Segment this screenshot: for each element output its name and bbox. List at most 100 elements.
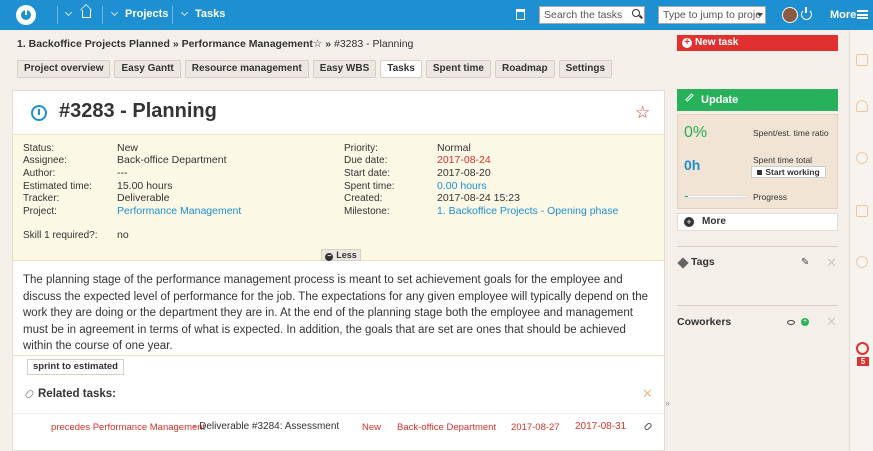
spent-total-label: Spent time total	[753, 155, 813, 165]
tab-resource-management[interactable]: Resource management	[184, 60, 309, 78]
plus-icon: +	[684, 217, 694, 227]
progress-label: Progress	[753, 192, 788, 202]
relation-link[interactable]: precedes Performance Management	[51, 422, 205, 433]
breadcrumb: 1. Backoffice Projects Planned » Perform…	[17, 38, 414, 50]
attr-value-tracker: Deliverable	[117, 192, 170, 204]
attr-value-author: ---	[117, 167, 128, 179]
close-icon[interactable]: ✕	[826, 256, 837, 269]
attr-value-priority: Normal	[437, 142, 471, 154]
tab-project-overview[interactable]: Project overview	[17, 60, 111, 78]
lightbulb-icon[interactable]	[856, 152, 868, 164]
spent-ratio-label: Spent/est. time ratio	[753, 128, 829, 138]
tab-settings[interactable]: Settings	[558, 60, 613, 78]
attr-value-start-date: 2017-08-20	[437, 167, 491, 179]
start-working-button[interactable]: Start working	[751, 166, 826, 178]
stop-icon	[757, 170, 763, 175]
right-icon-rail: 5	[849, 30, 873, 451]
progress-fill	[685, 196, 689, 197]
tag-icon	[677, 257, 689, 269]
tag-chip[interactable]: sprint to estimated	[27, 359, 124, 375]
more-button[interactable]: More	[677, 213, 838, 231]
search-icon[interactable]	[632, 9, 640, 17]
attr-label: Created:	[344, 193, 383, 204]
less-toggle-button[interactable]: − Less	[321, 249, 361, 261]
close-icon[interactable]: ✕	[642, 387, 653, 400]
app-logo-icon[interactable]	[16, 5, 36, 25]
attr-label-skill: Skill 1 required?:	[23, 230, 98, 241]
star-icon[interactable]: ☆	[313, 38, 322, 50]
attr-value-project-link[interactable]: Performance Management	[117, 205, 241, 217]
link-icon	[24, 388, 35, 400]
user-icon[interactable]	[856, 100, 868, 112]
related-task-link[interactable]: - Deliverable #3284: Assessment	[193, 421, 339, 432]
update-button[interactable]: Update	[677, 89, 838, 111]
related-tasks-heading: Related tasks:	[24, 388, 116, 400]
add-coworker-icon[interactable]: +	[801, 318, 809, 326]
minus-icon: −	[325, 253, 334, 261]
spent-ratio-value: 0%	[684, 124, 708, 141]
tab-tasks[interactable]: Tasks	[380, 60, 422, 78]
section-divider	[13, 355, 664, 356]
progress-bar	[684, 195, 748, 198]
attr-value-spent-time-link[interactable]: 0.00 hours	[437, 180, 487, 192]
rss-icon[interactable]	[856, 54, 868, 66]
attr-value-assignee: Back-office Department	[117, 154, 227, 166]
topbar-separator	[57, 6, 58, 24]
tab-roadmap[interactable]: Roadmap	[495, 60, 555, 78]
breadcrumb-issue: #3283 - Planning	[334, 38, 414, 50]
checklist-icon[interactable]	[856, 205, 868, 217]
nav-tasks[interactable]: Tasks	[180, 8, 226, 20]
spent-hours-value: 0h	[684, 157, 701, 173]
issue-attributes: Status: New Assignee: Back-office Depart…	[13, 134, 664, 261]
user-avatar[interactable]	[782, 7, 798, 23]
issue-description: The planning stage of the performance ma…	[23, 274, 648, 352]
topbar-separator	[172, 6, 173, 24]
clock-icon[interactable]	[856, 342, 869, 355]
notification-badge: 5	[857, 357, 869, 366]
trash-icon[interactable]	[516, 9, 525, 20]
tab-easy-wbs[interactable]: Easy WBS	[312, 60, 377, 78]
issue-status-icon	[31, 105, 47, 121]
hamburger-icon[interactable]	[857, 10, 868, 19]
attr-label: Milestone:	[344, 206, 390, 217]
attr-label: Assignee:	[23, 155, 67, 166]
table-row[interactable]: precedes Performance Management - Delive…	[13, 413, 664, 439]
favorite-star-icon[interactable]: ☆	[635, 104, 650, 121]
unlink-icon[interactable]	[643, 421, 653, 432]
new-task-button[interactable]: New task	[677, 35, 838, 51]
attr-label: Estimated time:	[23, 181, 92, 192]
breadcrumb-project[interactable]: 1. Backoffice Projects Planned	[17, 38, 170, 50]
attr-label: Status:	[23, 143, 55, 154]
more-menu-button[interactable]: More	[830, 9, 856, 21]
collapse-sidebar-icon[interactable]: »	[665, 398, 670, 408]
attr-label: Spent time:	[344, 181, 395, 192]
tab-easy-gantt[interactable]: Easy Gantt	[114, 60, 181, 78]
logout-icon[interactable]	[801, 7, 812, 20]
home-nav[interactable]	[64, 8, 79, 20]
nav-projects-label: Projects	[125, 8, 169, 20]
nav-tasks-label: Tasks	[195, 8, 226, 20]
close-icon[interactable]: ✕	[826, 315, 837, 328]
eye-icon[interactable]	[787, 320, 795, 325]
chevron-down-icon	[180, 8, 189, 17]
tags-title: Tags	[691, 256, 715, 268]
panel-separator	[677, 305, 838, 306]
search-input[interactable]: Search the tasks	[539, 6, 645, 24]
edit-pencil-icon[interactable]: ✎	[801, 258, 809, 268]
chat-icon[interactable]	[856, 256, 868, 268]
caret-down-icon[interactable]	[757, 13, 763, 17]
tab-spent-time[interactable]: Spent time	[425, 60, 491, 78]
related-tasks-title: Related tasks:	[38, 388, 116, 400]
attr-value-estimated-time: 15.00 hours	[117, 180, 173, 192]
time-stats-panel: 0% Spent/est. time ratio 0h Spent time t…	[677, 114, 838, 209]
topbar-separator	[102, 6, 103, 24]
attr-label: Tracker:	[23, 193, 60, 204]
breadcrumb-subproject[interactable]: Performance Management	[182, 38, 313, 50]
home-icon[interactable]	[82, 10, 91, 18]
nav-projects[interactable]: Projects	[110, 8, 169, 20]
coworkers-title: Coworkers	[677, 316, 732, 328]
issue-card: #3283 - Planning ☆ Status: New Assignee:…	[12, 90, 665, 451]
jump-to-project-select[interactable]: Type to jump to proje	[658, 6, 766, 24]
attr-value-milestone-link[interactable]: 1. Backoffice Projects - Opening phase	[437, 205, 618, 217]
attr-label: Start date:	[344, 168, 391, 179]
